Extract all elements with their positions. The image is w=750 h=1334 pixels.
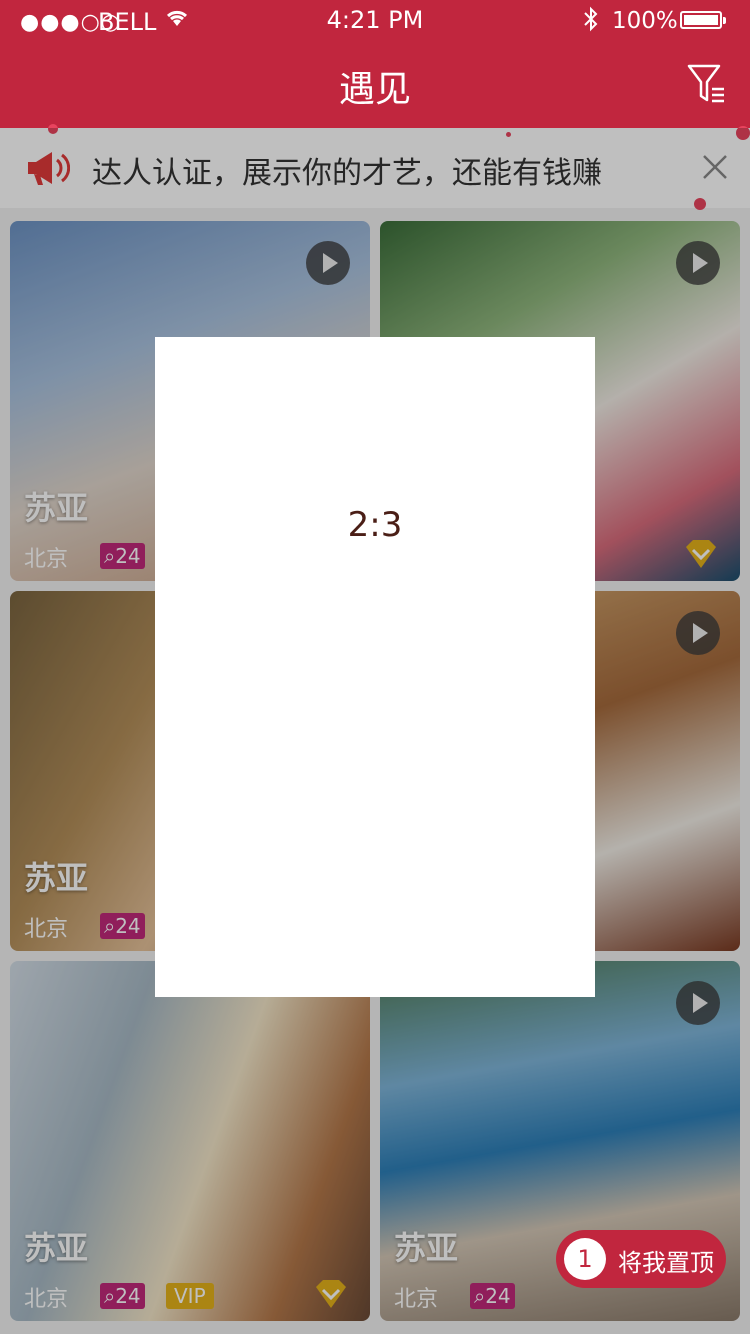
aspect-ratio-label: 2:3 — [347, 505, 403, 545]
status-bar: ●●●○○ BELL 4:21 PM 100% — [0, 0, 750, 40]
pin-count: 1 — [564, 1238, 606, 1280]
page-title: 遇见 — [338, 69, 411, 110]
battery-icon — [680, 11, 726, 29]
nav-bar: 遇见 — [0, 40, 750, 128]
bluetooth-icon — [582, 6, 600, 38]
pin-to-top-button[interactable]: 1 将我置顶 — [556, 1230, 726, 1288]
battery-percent: 100% — [612, 8, 678, 34]
modal-dialog[interactable]: 2:3 — [155, 337, 595, 997]
pin-label: 将我置顶 — [618, 1249, 714, 1277]
filter-icon[interactable] — [686, 62, 728, 106]
